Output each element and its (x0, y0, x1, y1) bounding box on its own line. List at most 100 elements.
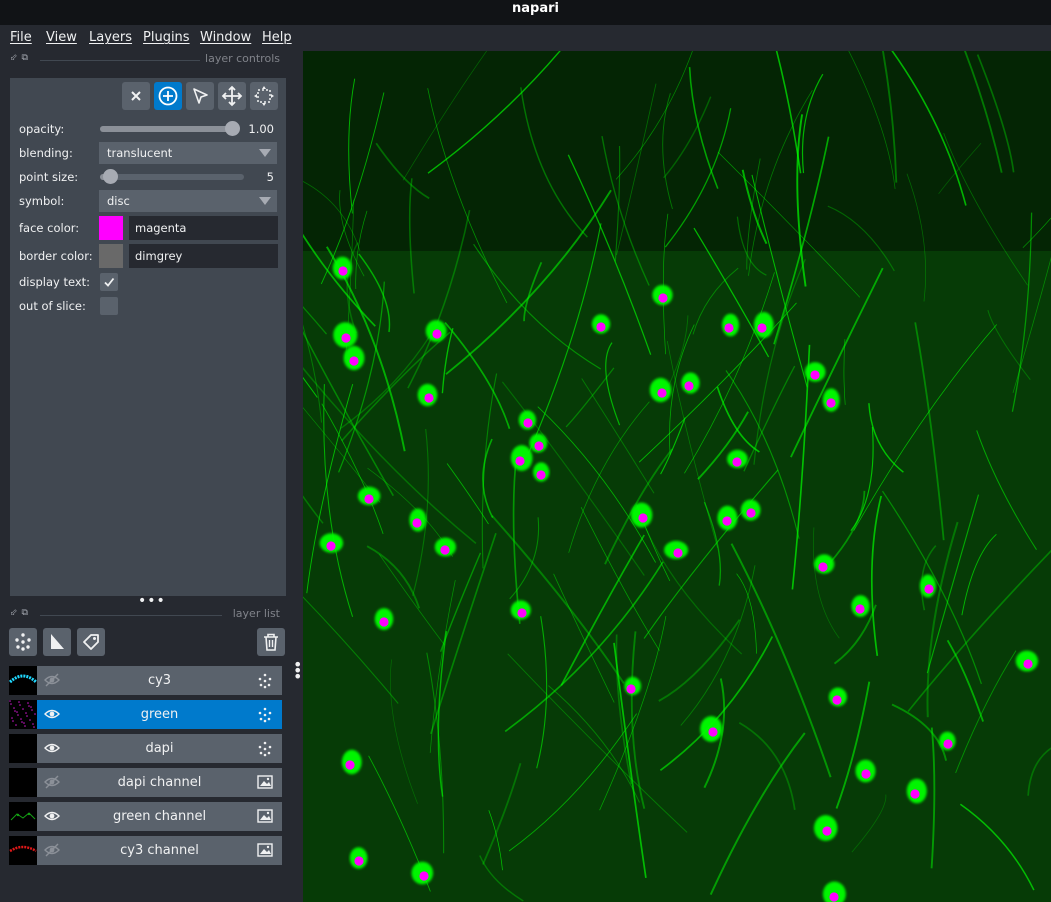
point-marker[interactable] (626, 684, 636, 694)
chevron-down-icon (259, 149, 271, 157)
display-text-checkbox[interactable] (100, 273, 118, 291)
new-points-layer-button[interactable] (9, 628, 37, 656)
points-layer-icon (257, 741, 273, 761)
point-marker[interactable] (341, 333, 351, 343)
point-marker[interactable] (746, 508, 756, 518)
opacity-slider-handle[interactable] (225, 121, 240, 136)
delete-selected-points-button[interactable] (122, 82, 150, 110)
eye-hidden-icon[interactable] (44, 843, 60, 861)
dock-float-close-icons[interactable]: ⬃⧉ (10, 53, 32, 63)
out-of-slice-checkbox[interactable] (100, 297, 118, 315)
point-marker[interactable] (657, 388, 667, 398)
menu-help[interactable]: Help (262, 28, 292, 48)
point-marker[interactable] (412, 518, 422, 528)
point-marker[interactable] (523, 418, 533, 428)
layer-thumbnail (9, 734, 37, 763)
pan-zoom-button[interactable] (218, 82, 246, 110)
point-marker[interactable] (810, 370, 820, 380)
layer-row-green[interactable]: green (37, 700, 282, 729)
point-marker[interactable] (424, 393, 434, 403)
point-marker[interactable] (326, 541, 336, 551)
layer-name: green channel (112, 809, 207, 824)
point-marker[interactable] (722, 516, 732, 526)
point-marker[interactable] (1023, 659, 1033, 669)
point-marker[interactable] (638, 513, 648, 523)
dock-float-close-icons[interactable]: ⬃⧉ (10, 608, 32, 618)
point-marker[interactable] (829, 892, 839, 902)
point-marker[interactable] (534, 441, 544, 451)
face-color-input[interactable]: magenta (129, 216, 278, 240)
point-size-slider-handle[interactable] (103, 169, 118, 184)
menu-file[interactable]: File (10, 28, 32, 48)
point-marker[interactable] (517, 608, 527, 618)
delete-layer-button[interactable] (257, 628, 285, 656)
point-marker[interactable] (349, 356, 359, 366)
point-marker[interactable] (684, 381, 694, 391)
point-marker[interactable] (673, 548, 683, 558)
eye-icon[interactable] (44, 809, 60, 827)
select-points-button[interactable] (186, 82, 214, 110)
point-marker[interactable] (732, 457, 742, 467)
menu-window[interactable]: Window (200, 28, 251, 48)
point-marker[interactable] (354, 856, 364, 866)
point-marker[interactable] (432, 329, 442, 339)
point-marker[interactable] (708, 727, 718, 737)
menu-layers[interactable]: Layers (89, 28, 132, 48)
new-shapes-layer-button[interactable] (43, 628, 71, 656)
face-color-swatch[interactable] (99, 216, 123, 240)
point-marker[interactable] (658, 293, 668, 303)
point-marker[interactable] (345, 760, 355, 770)
point-marker[interactable] (440, 545, 450, 555)
transform-icon (254, 86, 274, 106)
layer-row-cy3[interactable]: cy3 (37, 666, 282, 695)
new-labels-layer-button[interactable] (77, 628, 105, 656)
new-labels-layer-icon (83, 634, 99, 650)
point-marker[interactable] (943, 739, 953, 749)
microscopy-view[interactable] (303, 51, 1051, 902)
layer-row-cy3-channel[interactable]: cy3 channel (37, 836, 282, 865)
point-marker[interactable] (822, 826, 832, 836)
point-marker[interactable] (818, 562, 828, 572)
point-marker[interactable] (861, 769, 871, 779)
transform-button[interactable] (250, 82, 278, 110)
point-marker[interactable] (338, 266, 348, 276)
point-size-slider[interactable] (100, 169, 244, 184)
point-marker[interactable] (855, 604, 865, 614)
layer-list-scroll-handle[interactable]: • • • (293, 657, 302, 685)
point-marker[interactable] (536, 470, 546, 480)
layer-row-green-channel[interactable]: green channel (37, 802, 282, 831)
border-color-swatch[interactable] (99, 244, 123, 268)
image-canvas[interactable] (303, 51, 1051, 902)
point-marker[interactable] (924, 584, 934, 594)
menu-plugins[interactable]: Plugins (143, 28, 190, 48)
move-arrows-icon (221, 85, 243, 107)
opacity-slider-fill (100, 126, 232, 132)
opacity-value: 1.00 (248, 122, 274, 136)
point-marker[interactable] (832, 695, 842, 705)
border-color-input[interactable]: dimgrey (129, 244, 278, 268)
point-marker[interactable] (757, 323, 767, 333)
layer-row-dapi-channel[interactable]: dapi channel (37, 768, 282, 797)
point-marker[interactable] (419, 871, 429, 881)
point-marker[interactable] (379, 617, 389, 627)
symbol-dropdown[interactable]: disc (99, 190, 277, 212)
menu-view[interactable]: View (46, 28, 77, 48)
point-marker[interactable] (826, 398, 836, 408)
layer-controls-title: layer controls (205, 52, 280, 65)
point-marker[interactable] (596, 322, 606, 332)
point-marker[interactable] (910, 789, 920, 799)
point-marker[interactable] (364, 494, 374, 504)
opacity-slider[interactable] (100, 121, 240, 136)
eye-icon[interactable] (44, 741, 60, 759)
eye-icon[interactable] (44, 707, 60, 725)
dock-splitter-handle[interactable]: ••• (138, 594, 166, 608)
layer-row-dapi[interactable]: dapi (37, 734, 282, 763)
add-points-button[interactable] (154, 82, 182, 110)
blending-dropdown[interactable]: translucent (99, 142, 277, 164)
eye-hidden-icon[interactable] (44, 673, 60, 691)
eye-hidden-icon[interactable] (44, 775, 60, 793)
header-divider (40, 60, 200, 61)
point-marker[interactable] (724, 323, 734, 333)
point-marker[interactable] (515, 456, 525, 466)
face-color-value: magenta (135, 221, 187, 235)
